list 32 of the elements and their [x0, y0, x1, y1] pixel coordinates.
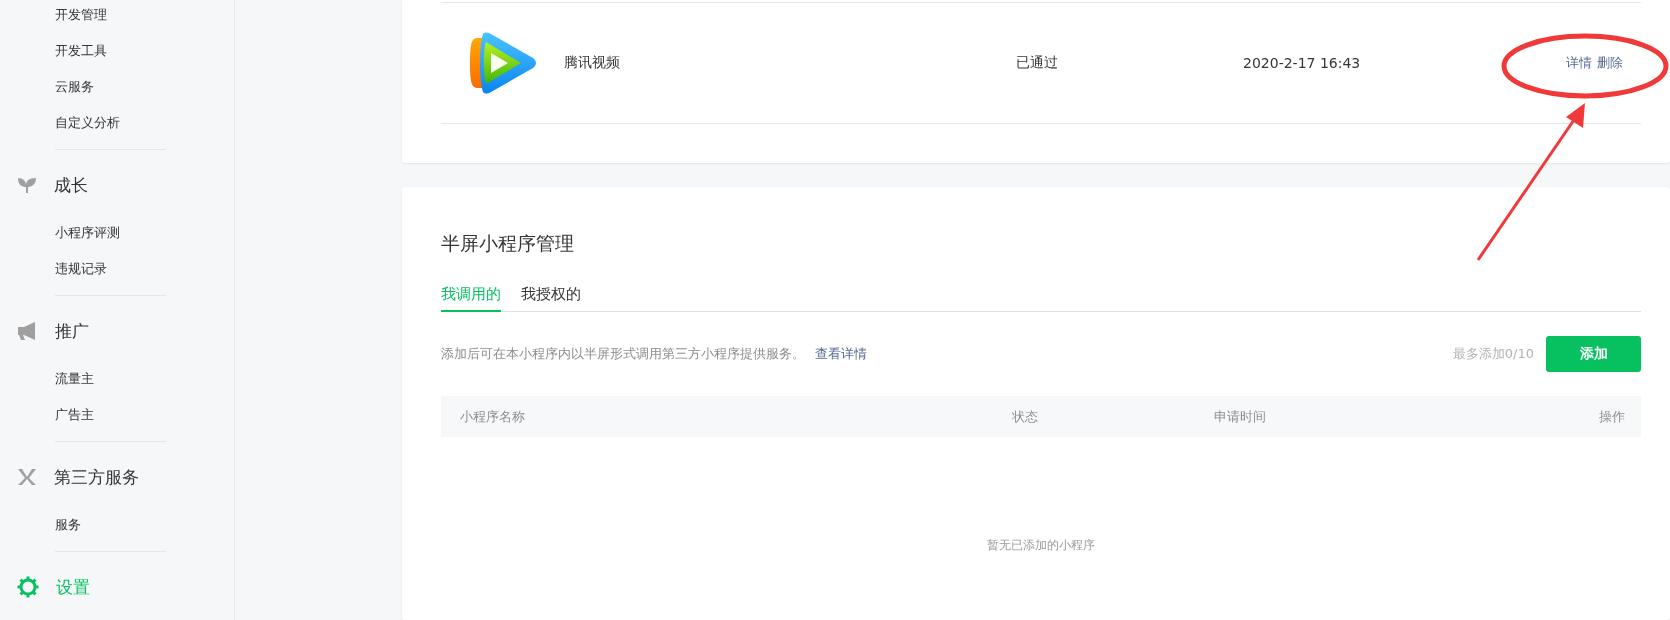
- sidebar-item[interactable]: 小程序评测: [55, 215, 166, 251]
- column-header: 状态: [1012, 407, 1039, 426]
- sidebar-item[interactable]: 开发管理: [55, 0, 166, 33]
- play-logo-icon: [469, 32, 537, 94]
- x-logo-icon: [17, 468, 37, 486]
- tab[interactable]: 我授权的: [521, 281, 581, 312]
- sprout-icon: [17, 176, 37, 194]
- column-header: 申请时间: [1214, 407, 1267, 426]
- gear-icon: [17, 576, 39, 598]
- sidebar-section[interactable]: 推广: [55, 319, 89, 343]
- sidebar-section[interactable]: 第三方服务: [54, 465, 139, 489]
- column-header: 小程序名称: [460, 407, 526, 426]
- status-text: 已通过: [1016, 54, 1059, 72]
- empty-text: 暂无已添加的小程序: [987, 537, 1095, 554]
- sidebar-item[interactable]: 流量主: [55, 361, 166, 397]
- sidebar-item[interactable]: 违规记录: [55, 251, 166, 287]
- sidebar-item[interactable]: 自定义分析: [55, 105, 166, 141]
- sidebar-item[interactable]: 开发工具: [55, 33, 166, 69]
- column-header: 操作: [1599, 407, 1625, 426]
- details-link[interactable]: 查看详情: [815, 345, 867, 363]
- description-text: 添加后可在本小程序内以半屏形式调用第三方小程序提供服务。: [441, 345, 805, 363]
- time-text: 2020-2-17 16:43: [1243, 55, 1362, 71]
- sidebar-section[interactable]: 成长: [54, 173, 88, 197]
- sidebar-item[interactable]: 广告主: [55, 397, 166, 433]
- action-link[interactable]: 删除: [1597, 54, 1623, 72]
- limit-text: 最多添加0/10: [1452, 345, 1534, 363]
- sidebar-item[interactable]: 服务: [55, 507, 166, 543]
- app-name: 腾讯视频: [564, 54, 620, 72]
- megaphone-icon: [17, 321, 38, 341]
- action-link[interactable]: 详情: [1566, 54, 1592, 72]
- sidebar-item[interactable]: 云服务: [55, 69, 166, 105]
- section-title: 半屏小程序管理: [441, 231, 574, 256]
